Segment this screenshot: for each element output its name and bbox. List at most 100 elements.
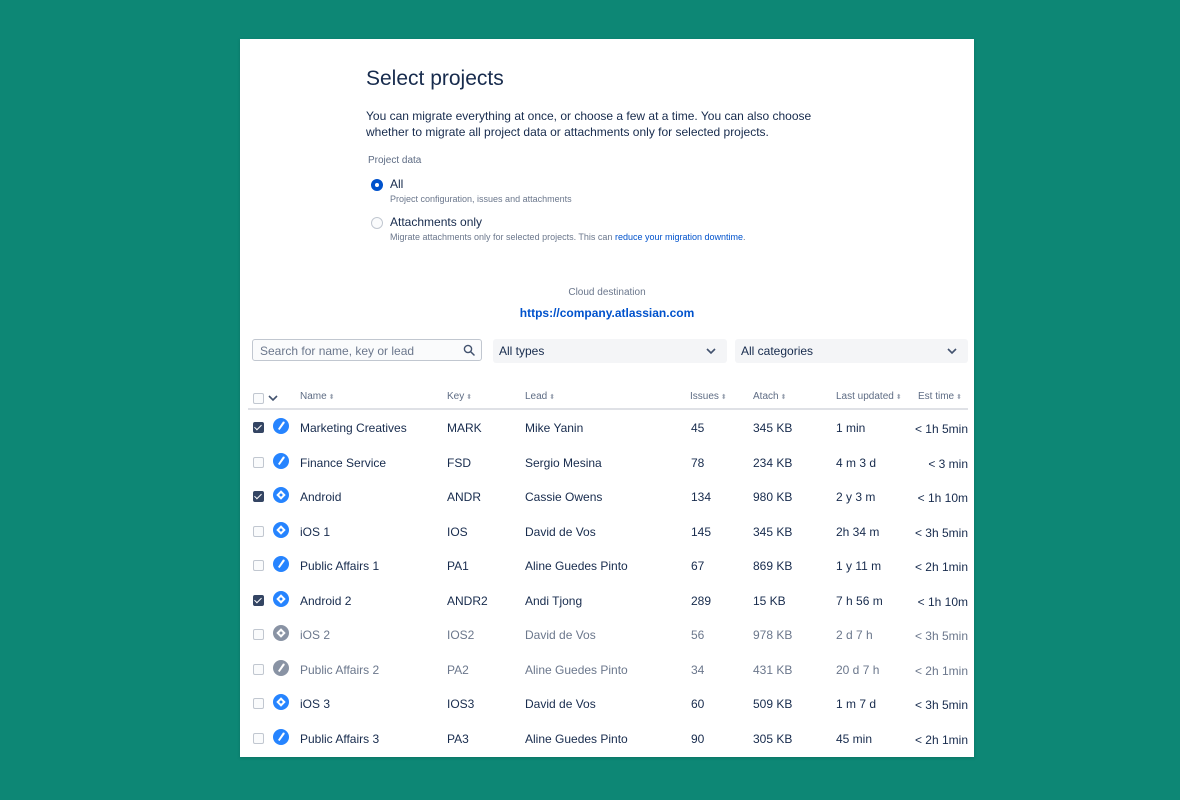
software-project-icon (273, 590, 289, 607)
radio-all[interactable] (371, 179, 383, 191)
sort-icon: ⬍ (956, 394, 962, 401)
project-issues: 90 (691, 731, 705, 746)
table-row[interactable]: Public Affairs 1 PA1 Aline Guedes Pinto … (248, 548, 968, 583)
projects-table: Name ⬍ Key ⬍ Lead ⬍ Issues ⬍ Atach ⬍ Last upd… (248, 386, 968, 755)
column-header-lead[interactable]: Lead ⬍ (525, 391, 555, 402)
types-select-value: All types (499, 344, 545, 358)
project-est-time: < 1h 10m (917, 594, 968, 609)
project-last-updated: 4 m 3 d (836, 455, 877, 470)
reduce-downtime-link[interactable]: reduce your migration downtime (615, 232, 743, 242)
table-row[interactable]: Android 2 ANDR2 Andi Tjong 289 15 KB 7 h… (248, 583, 968, 618)
radio-all-help: Project configuration, issues and attach… (390, 194, 572, 204)
column-key-label: Key (447, 391, 465, 402)
project-attachments: 345 KB (753, 524, 793, 539)
search-input[interactable] (258, 342, 462, 360)
project-attachments: 978 KB (753, 628, 793, 642)
column-header-name[interactable]: Name ⬍ (300, 391, 335, 402)
column-header-key[interactable]: Key ⬍ (447, 391, 472, 402)
project-key: PA3 (447, 731, 469, 746)
project-lead: Mike Yanin (525, 421, 584, 435)
project-name[interactable]: iOS 2 (300, 628, 330, 642)
project-last-updated: 2 d 7 h (836, 628, 873, 642)
table-row[interactable]: iOS 1 IOS David de Vos 145 345 KB 2h 34 … (248, 514, 968, 549)
project-key: ANDR (447, 490, 482, 504)
table-row[interactable]: Public Affairs 2 PA2 Aline Guedes Pinto … (248, 652, 968, 687)
cloud-destination-url[interactable]: https://company.atlassian.com (240, 306, 974, 320)
column-header-est-time[interactable]: Est time ⬍ (918, 391, 962, 402)
column-attach-label: Atach (753, 391, 779, 402)
project-lead: Cassie Owens (525, 490, 603, 504)
column-lead-label: Lead (525, 391, 548, 402)
project-est-time: < 3h 5min (914, 525, 968, 540)
row-checkbox[interactable] (253, 698, 264, 709)
project-lead: Sergio Mesina (525, 455, 602, 470)
table-row[interactable]: Android ANDR Cassie Owens 134 980 KB 2 y… (248, 479, 968, 514)
search-box[interactable] (252, 339, 482, 361)
project-issues: 56 (691, 628, 705, 642)
project-est-time: < 3 min (928, 456, 968, 471)
project-key: IOS3 (447, 697, 475, 711)
project-key: MARK (447, 421, 482, 435)
project-name[interactable]: Public Affairs 1 (300, 559, 379, 573)
table-row[interactable]: Public Affairs 3 PA3 Aline Guedes Pinto … (248, 721, 968, 756)
row-checkbox[interactable] (253, 525, 264, 537)
table-row[interactable]: Finance Service FSD Sergio Mesina 78 234… (248, 445, 968, 480)
search-icon[interactable] (463, 344, 475, 356)
project-name[interactable]: iOS 1 (300, 525, 330, 539)
project-issues: 78 (691, 455, 705, 470)
project-lead: Aline Guedes Pinto (525, 731, 628, 746)
project-lead: Aline Guedes Pinto (525, 559, 628, 573)
project-lead: Andi Tjong (525, 593, 583, 608)
radio-attachments-only-label: Attachments only (390, 215, 483, 229)
project-attachments: 431 KB (753, 662, 793, 677)
page-description: You can migrate everything at once, or c… (366, 109, 812, 139)
row-checkbox[interactable] (253, 560, 264, 571)
project-last-updated: 2h 34 m (836, 524, 880, 539)
table-row[interactable]: iOS 2 IOS2 David de Vos 56 978 KB 2 d 7 … (248, 617, 968, 652)
project-name[interactable]: Android 2 (300, 594, 351, 608)
column-header-last-updated[interactable]: Last updated ⬍ (836, 391, 902, 402)
project-attachments: 345 KB (753, 421, 793, 435)
project-lead: Aline Guedes Pinto (525, 662, 628, 677)
project-name[interactable]: Android (300, 490, 341, 504)
row-checkbox[interactable] (253, 663, 264, 675)
software-project-icon (273, 625, 289, 641)
row-checkbox[interactable] (253, 422, 264, 433)
project-last-updated: 1 m 7 d (836, 697, 877, 711)
chevron-down-icon (947, 348, 957, 355)
business-project-icon (273, 728, 289, 745)
sort-icon: ⬍ (720, 394, 727, 401)
help-text: Migrate attachments only for selected pr… (390, 232, 615, 242)
categories-select[interactable]: All categories (735, 339, 968, 363)
project-name[interactable]: Public Affairs 3 (300, 732, 379, 746)
project-name[interactable]: iOS 3 (300, 697, 330, 711)
sort-icon: ⬍ (549, 394, 556, 401)
project-key: IOS2 (447, 628, 475, 642)
table-row[interactable]: Marketing Creatives MARK Mike Yanin 45 3… (248, 410, 968, 445)
project-lead: David de Vos (525, 628, 596, 642)
row-checkbox[interactable] (253, 594, 264, 606)
page-title: Select projects (366, 67, 504, 90)
project-issues: 45 (691, 421, 705, 435)
chevron-down-icon (706, 348, 716, 355)
project-issues: 34 (691, 662, 705, 677)
project-name[interactable]: Marketing Creatives (300, 421, 407, 435)
select-all-checkbox[interactable] (253, 393, 264, 404)
row-checkbox[interactable] (253, 491, 264, 502)
radio-attachments-only[interactable] (371, 217, 383, 229)
column-name-label: Name (300, 391, 327, 402)
types-select[interactable]: All types (493, 339, 727, 363)
table-row[interactable]: iOS 3 IOS3 David de Vos 60 509 KB 1 m 7 … (248, 686, 968, 721)
chevron-down-icon[interactable] (267, 392, 279, 404)
business-project-icon (273, 556, 289, 572)
column-header-attach[interactable]: Atach ⬍ (753, 391, 786, 402)
categories-select-value: All categories (741, 344, 814, 358)
column-header-issues[interactable]: Issues ⬍ (690, 391, 727, 402)
project-name[interactable]: Finance Service (300, 456, 386, 470)
row-checkbox[interactable] (253, 456, 264, 468)
column-est-label: Est time (918, 391, 955, 402)
project-name[interactable]: Public Affairs 2 (300, 663, 379, 677)
row-checkbox[interactable] (253, 732, 264, 744)
row-checkbox[interactable] (253, 629, 264, 640)
project-last-updated: 2 y 3 m (836, 490, 876, 504)
